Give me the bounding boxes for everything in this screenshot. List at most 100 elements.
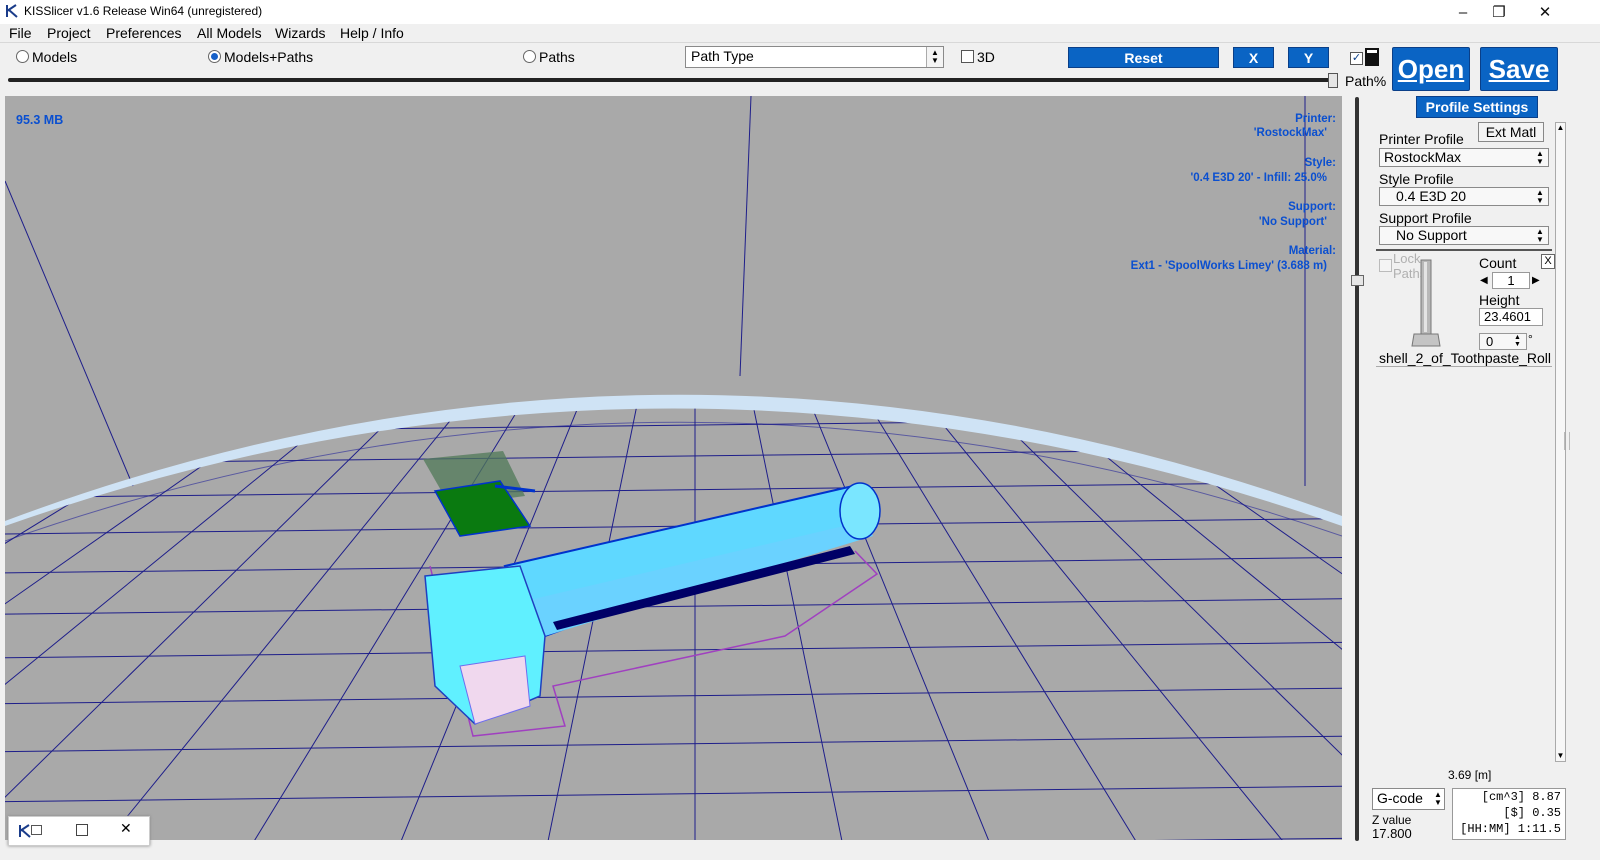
menu-project[interactable]: Project bbox=[47, 25, 91, 41]
grid-line-vertical bbox=[5, 408, 190, 840]
grid-line-horizontal bbox=[5, 316, 1342, 336]
grid-line-horizontal bbox=[5, 326, 1342, 346]
grid-line-vertical bbox=[5, 408, 374, 840]
path-type-spinner-icon: ▲ ▼ bbox=[926, 47, 943, 67]
wall-edge-center bbox=[739, 96, 752, 377]
grid-line-horizontal bbox=[5, 639, 1342, 661]
menu-all-models[interactable]: All Models bbox=[197, 25, 262, 41]
lock-paths-checkbox[interactable] bbox=[1379, 259, 1392, 272]
window-title: KISSlicer v1.6 Release Win64 (unregister… bbox=[24, 4, 263, 18]
taskbar-preview[interactable]: ✕ bbox=[8, 816, 150, 846]
height-label: Height bbox=[1479, 292, 1520, 308]
wall-edge-left bbox=[5, 180, 134, 487]
radio-models-paths[interactable]: Models+Paths bbox=[208, 49, 313, 65]
rotation-spinner-icon[interactable]: ▲ ▼ bbox=[1514, 334, 1521, 348]
printer-info-value: 'RostockMax' bbox=[1253, 127, 1327, 139]
reset-button[interactable]: Reset bbox=[1068, 47, 1219, 68]
model-name: shell_2_of_Toothpaste_Roll bbox=[1379, 350, 1552, 366]
count-label: Count bbox=[1479, 255, 1517, 271]
scroll-down-icon[interactable]: ▼ bbox=[1556, 751, 1565, 761]
layer-scrollbar-track[interactable] bbox=[1355, 97, 1359, 841]
radio-paths-label: Paths bbox=[539, 49, 575, 65]
z-value-label: Z value bbox=[1372, 813, 1412, 827]
menu-file[interactable]: File bbox=[9, 25, 32, 41]
x-view-button[interactable]: X bbox=[1233, 47, 1274, 68]
support-profile-select[interactable]: No Support ▲ ▼ bbox=[1379, 226, 1549, 245]
print-stats: [cm^3] 8.87 [$] 0.35 [HH:MM] 1:11.5 bbox=[1452, 788, 1566, 840]
material-info-value: Ext1 - 'SpoolWorks Limey' (3.688 m) bbox=[1130, 260, 1327, 272]
grid-line-horizontal bbox=[5, 363, 1342, 383]
grid-line-vertical bbox=[5, 408, 328, 840]
grid-line-horizontal bbox=[5, 685, 1342, 707]
restore-button[interactable]: ❐ bbox=[1476, 0, 1522, 24]
kisslicer-logo-icon bbox=[6, 4, 18, 18]
title-bar: KISSlicer v1.6 Release Win64 (unregister… bbox=[0, 0, 1600, 24]
style-profile-spinner-icon: ▲ ▼ bbox=[1536, 187, 1544, 205]
layer-scrollbar-thumb[interactable] bbox=[1351, 275, 1364, 286]
radio-paths-indicator bbox=[523, 50, 536, 63]
preview-restore-icon[interactable] bbox=[31, 825, 42, 835]
grid-line-vertical bbox=[1246, 408, 1342, 840]
output-format-select[interactable]: G-code ▲ ▼ bbox=[1372, 788, 1445, 810]
close-button[interactable]: ✕ bbox=[1522, 0, 1568, 24]
support-profile-label: Support Profile bbox=[1379, 210, 1472, 226]
style-info-value: '0.4 E3D 20' - Infill: 25.0% bbox=[1190, 172, 1328, 184]
grid-line-vertical bbox=[1016, 408, 1342, 840]
grid-line-vertical bbox=[970, 408, 1342, 840]
grid-line-vertical bbox=[5, 408, 282, 840]
three-d-label: 3D bbox=[977, 49, 995, 65]
model-card[interactable]: Lock Paths Count X ◀ 1 ▶ Height 23.4601 … bbox=[1376, 251, 1555, 367]
grid-line-horizontal bbox=[5, 414, 1342, 436]
3d-viewport[interactable]: 95.3 MB Printer: 'RostockMax' Style: '0.… bbox=[5, 96, 1342, 840]
printer-info-label: Printer: bbox=[1295, 113, 1336, 125]
support-info-value: 'No Support' bbox=[1258, 216, 1327, 228]
path-slider-thumb[interactable] bbox=[1328, 73, 1338, 88]
grid-line-vertical bbox=[5, 408, 98, 840]
open-button[interactable]: Open bbox=[1392, 47, 1470, 91]
three-d-checkbox[interactable]: 3D bbox=[961, 49, 995, 65]
radio-models[interactable]: Models bbox=[16, 49, 77, 65]
menu-wizards[interactable]: Wizards bbox=[275, 25, 326, 41]
z-value: 17.800 bbox=[1372, 826, 1412, 841]
memory-usage: 95.3 MB bbox=[16, 113, 64, 127]
printer-profile-select[interactable]: RostockMax ▲ ▼ bbox=[1379, 148, 1549, 167]
save-button[interactable]: Save bbox=[1480, 47, 1558, 91]
grid-line-horizontal bbox=[5, 783, 1342, 805]
path-percent-checkbox[interactable]: ✓ bbox=[1350, 52, 1363, 65]
preview-maximize-icon[interactable] bbox=[76, 824, 88, 836]
bed-ring bbox=[5, 394, 1342, 526]
grid-line-horizontal bbox=[5, 479, 1342, 501]
count-decrement-icon[interactable]: ◀ bbox=[1480, 272, 1490, 289]
scroll-up-icon[interactable]: ▲ bbox=[1556, 123, 1565, 133]
style-profile-label: Style Profile bbox=[1379, 171, 1454, 187]
grid-line-horizontal bbox=[5, 733, 1342, 755]
count-increment-icon[interactable]: ▶ bbox=[1532, 272, 1542, 289]
height-input[interactable]: 23.4601 bbox=[1479, 308, 1543, 326]
preview-close-icon[interactable]: ✕ bbox=[120, 820, 132, 837]
y-view-button[interactable]: Y bbox=[1288, 47, 1329, 68]
grid-line-vertical bbox=[1062, 408, 1342, 840]
grid-line-vertical bbox=[740, 408, 846, 840]
path-percent-label: Path% bbox=[1345, 73, 1387, 89]
grid-line-vertical bbox=[5, 408, 144, 840]
menu-help-info[interactable]: Help / Info bbox=[340, 25, 404, 41]
profile-settings-button[interactable]: Profile Settings bbox=[1416, 96, 1538, 118]
path-type-value: Path Type bbox=[691, 48, 754, 64]
layer-scrollbar[interactable] bbox=[1350, 97, 1365, 841]
path-slider-track[interactable] bbox=[8, 78, 1336, 82]
path-type-select[interactable]: Path Type ▲ ▼ bbox=[685, 46, 944, 68]
style-profile-select[interactable]: 0.4 E3D 20 ▲ ▼ bbox=[1379, 187, 1549, 206]
scene-render bbox=[5, 96, 1342, 840]
printer-profile-label: Printer Profile bbox=[1379, 131, 1464, 147]
grid-line-vertical bbox=[1108, 408, 1342, 840]
menu-preferences[interactable]: Preferences bbox=[106, 25, 181, 41]
remove-model-button[interactable]: X bbox=[1541, 254, 1555, 269]
ext-matl-button[interactable]: Ext Matl bbox=[1478, 122, 1544, 142]
panel-resize-grip[interactable] bbox=[1564, 432, 1570, 450]
grid-line-vertical bbox=[5, 408, 236, 840]
grid-line-vertical bbox=[5, 408, 420, 840]
grid-line-vertical bbox=[1292, 408, 1342, 840]
support-info-label: Support: bbox=[1288, 201, 1336, 213]
radio-paths[interactable]: Paths bbox=[523, 49, 575, 65]
count-input[interactable]: 1 bbox=[1492, 272, 1530, 289]
